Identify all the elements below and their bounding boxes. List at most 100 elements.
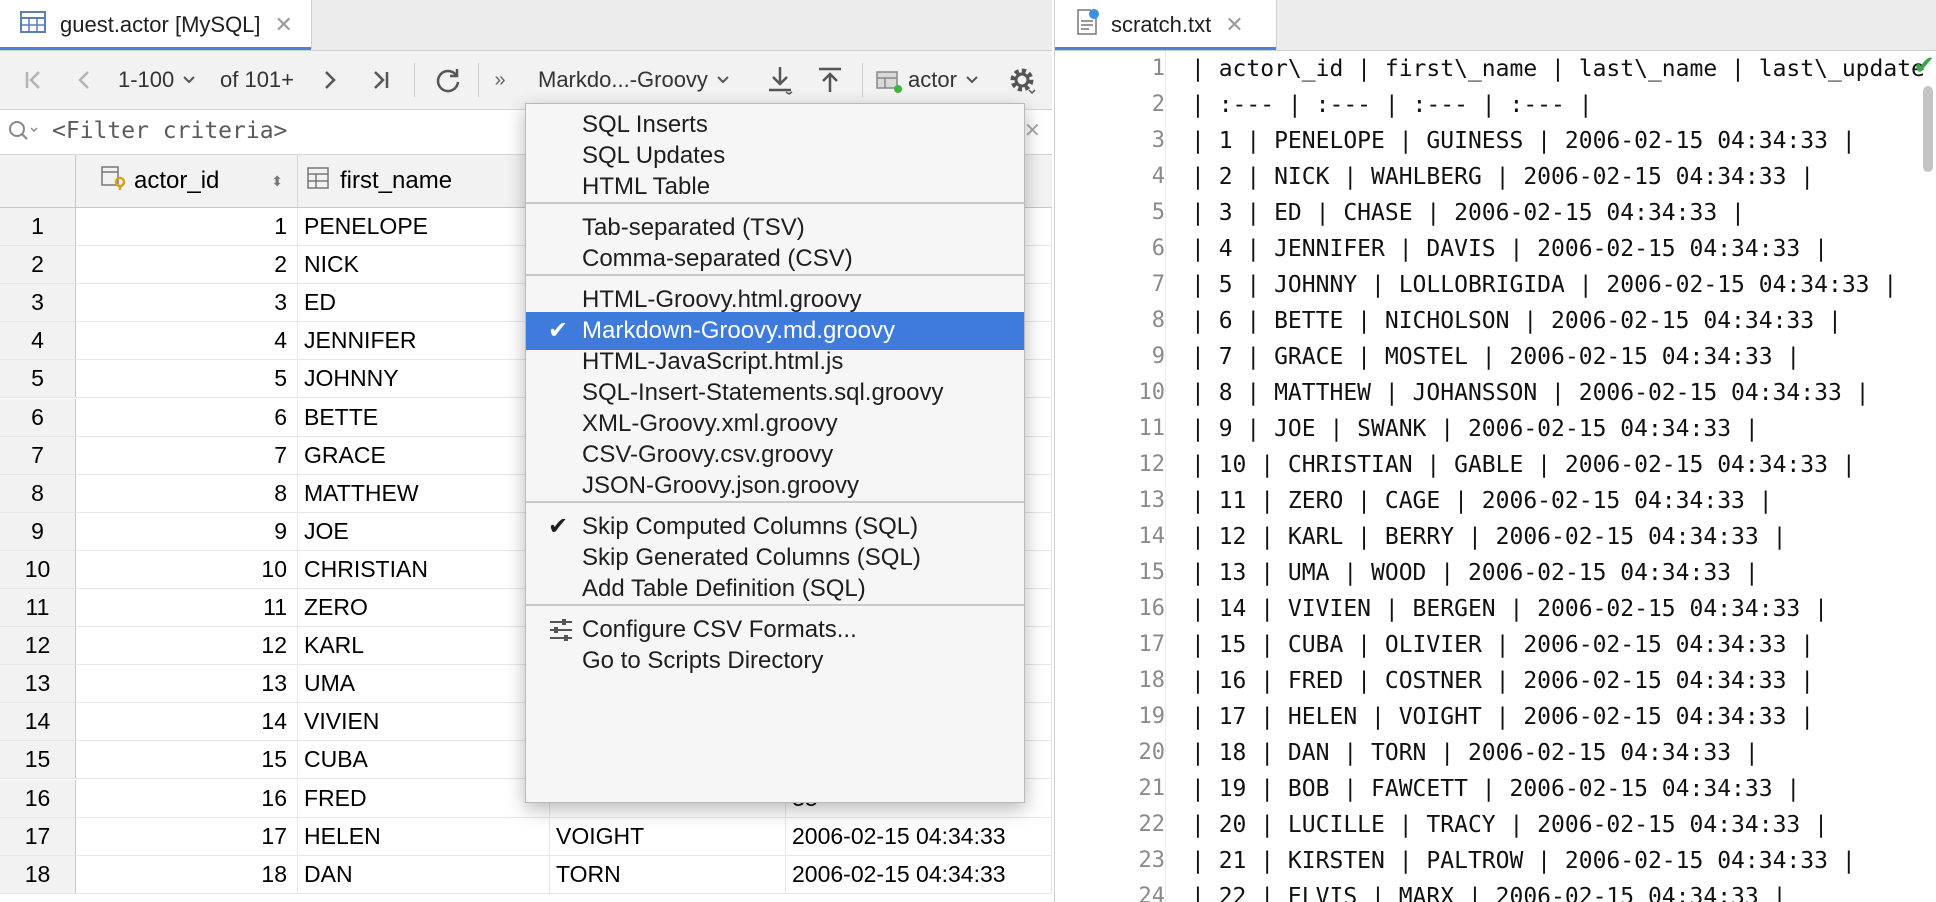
code-line[interactable]: | 13 | UMA | WOOD | 2006-02-15 04:34:33 … — [1191, 560, 1759, 586]
cell-actor-id[interactable]: 10 — [76, 551, 298, 588]
cell-actor-id[interactable]: 13 — [76, 665, 298, 702]
cell-last-name[interactable]: TORN — [550, 856, 786, 893]
gear-icon[interactable] — [1002, 51, 1042, 109]
code-line[interactable]: | 3 | ED | CHASE | 2006-02-15 04:34:33 | — [1191, 200, 1745, 226]
code-line[interactable]: | actor\_id | first\_name | last\_name |… — [1191, 56, 1936, 82]
code-line[interactable]: | 15 | CUBA | OLIVIER | 2006-02-15 04:34… — [1191, 632, 1814, 658]
cell-actor-id[interactable]: 7 — [76, 437, 298, 474]
table-select[interactable]: actor — [874, 51, 984, 109]
cell-first-name[interactable]: CUBA — [298, 741, 550, 778]
code-line[interactable]: | 7 | GRACE | MOSTEL | 2006-02-15 04:34:… — [1191, 344, 1800, 370]
cell-first-name[interactable]: MATTHEW — [298, 475, 550, 512]
cell-actor-id[interactable]: 5 — [76, 360, 298, 397]
column-header-first-name[interactable]: first_name — [298, 155, 530, 207]
first-page-icon[interactable] — [16, 51, 52, 109]
menu-item[interactable]: Comma-separated (CSV) — [526, 240, 1024, 278]
cell-actor-id[interactable]: 17 — [76, 818, 298, 855]
code-line[interactable]: | 17 | HELEN | VOIGHT | 2006-02-15 04:34… — [1191, 704, 1814, 730]
table-row[interactable]: 18 18 DAN TORN 2006-02-15 04:34:33 — [0, 856, 1052, 894]
cell-first-name[interactable]: UMA — [298, 665, 550, 702]
refresh-icon[interactable] — [428, 51, 468, 109]
cell-first-name[interactable]: VIVIEN — [298, 703, 550, 740]
row-number: 8 — [0, 475, 76, 512]
code-line[interactable]: | 14 | VIVIEN | BERGEN | 2006-02-15 04:3… — [1191, 596, 1828, 622]
menu-item[interactable]: HTML Table — [526, 168, 1024, 206]
code-line[interactable]: | 9 | JOE | SWANK | 2006-02-15 04:34:33 … — [1191, 416, 1759, 442]
cell-actor-id[interactable]: 2 — [76, 246, 298, 283]
column-icon — [306, 166, 332, 197]
code-line[interactable]: | 8 | MATTHEW | JOHANSSON | 2006-02-15 0… — [1191, 380, 1870, 406]
code-line[interactable]: | 4 | JENNIFER | DAVIS | 2006-02-15 04:3… — [1191, 236, 1828, 262]
page-range-select[interactable]: 1-100 — [118, 51, 208, 109]
cell-actor-id[interactable]: 15 — [76, 741, 298, 778]
code-line[interactable]: | 21 | KIRSTEN | PALTROW | 2006-02-15 04… — [1191, 848, 1856, 874]
code-line[interactable]: | 16 | FRED | COSTNER | 2006-02-15 04:34… — [1191, 668, 1814, 694]
search-icon[interactable] — [8, 120, 40, 147]
cell-first-name[interactable]: JOHNNY — [298, 360, 550, 397]
close-icon[interactable]: ✕ — [1225, 12, 1243, 38]
upload-icon[interactable] — [812, 51, 848, 109]
code-line[interactable]: | 12 | KARL | BERRY | 2006-02-15 04:34:3… — [1191, 524, 1786, 550]
code-line[interactable]: | 6 | BETTE | NICHOLSON | 2006-02-15 04:… — [1191, 308, 1842, 334]
cell-last-update[interactable]: 2006-02-15 04:34:33 — [786, 856, 1052, 893]
cell-actor-id[interactable]: 3 — [76, 284, 298, 321]
filter-input[interactable]: <Filter criteria> — [52, 118, 287, 144]
cell-actor-id[interactable]: 8 — [76, 475, 298, 512]
cell-actor-id[interactable]: 12 — [76, 627, 298, 664]
menu-item[interactable]: Add Table Definition (SQL) — [526, 570, 1024, 608]
cell-first-name[interactable]: DAN — [298, 856, 550, 893]
cell-actor-id[interactable]: 9 — [76, 513, 298, 550]
code-line[interactable]: | 5 | JOHNNY | LOLLOBRIGIDA | 2006-02-15… — [1191, 272, 1897, 298]
cell-last-update[interactable]: 2006-02-15 04:34:33 — [786, 818, 1052, 855]
cell-actor-id[interactable]: 1 — [76, 208, 298, 245]
extractor-label: Markdo...-Groovy — [538, 67, 708, 92]
extractor-select[interactable]: Markdo...-Groovy — [538, 51, 748, 109]
clear-filter-icon[interactable]: ✕ — [1024, 118, 1041, 143]
code-line[interactable]: | 19 | BOB | FAWCETT | 2006-02-15 04:34:… — [1191, 776, 1800, 802]
code-line[interactable]: | 11 | ZERO | CAGE | 2006-02-15 04:34:33… — [1191, 488, 1773, 514]
cell-actor-id[interactable]: 11 — [76, 589, 298, 626]
cell-actor-id[interactable]: 6 — [76, 399, 298, 436]
cell-first-name[interactable]: HELEN — [298, 818, 550, 855]
last-page-icon[interactable] — [362, 51, 398, 109]
close-icon[interactable]: ✕ — [275, 12, 293, 38]
page-range: 1-100 — [118, 67, 175, 92]
column-header-actor-id[interactable]: actor_id ⬍ — [76, 155, 298, 207]
code-line[interactable]: | 2 | NICK | WAHLBERG | 2006-02-15 04:34… — [1191, 164, 1814, 190]
more-actions[interactable]: » — [488, 51, 512, 109]
tab-scratch-txt[interactable]: scratch.txt ✕ — [1055, 0, 1277, 50]
prev-page-icon[interactable] — [66, 51, 102, 109]
cell-actor-id[interactable]: 4 — [76, 322, 298, 359]
cell-first-name[interactable]: BETTE — [298, 399, 550, 436]
cell-first-name[interactable]: ZERO — [298, 589, 550, 626]
cell-actor-id[interactable]: 18 — [76, 856, 298, 893]
page-total[interactable]: of 101+ — [220, 51, 302, 109]
cell-first-name[interactable]: JOE — [298, 513, 550, 550]
cell-first-name[interactable]: PENELOPE — [298, 208, 550, 245]
next-page-icon[interactable] — [312, 51, 348, 109]
code-line[interactable]: | 20 | LUCILLE | TRACY | 2006-02-15 04:3… — [1191, 812, 1828, 838]
row-number: 5 — [0, 360, 76, 397]
menu-item[interactable]: Go to Scripts Directory — [526, 642, 1024, 680]
download-icon[interactable] — [762, 51, 798, 109]
cell-first-name[interactable]: NICK — [298, 246, 550, 283]
cell-last-name[interactable]: VOIGHT — [550, 818, 786, 855]
cell-first-name[interactable]: GRACE — [298, 437, 550, 474]
code-line[interactable]: | 18 | DAN | TORN | 2006-02-15 04:34:33 … — [1191, 740, 1759, 766]
cell-first-name[interactable]: FRED — [298, 780, 550, 817]
code-line[interactable]: | 1 | PENELOPE | GUINESS | 2006-02-15 04… — [1191, 128, 1856, 154]
sort-icon[interactable]: ⬍ — [271, 173, 283, 190]
table-row[interactable]: 17 17 HELEN VOIGHT 2006-02-15 04:34:33 — [0, 818, 1052, 856]
cell-actor-id[interactable]: 14 — [76, 703, 298, 740]
tab-guest-actor[interactable]: guest.actor [MySQL] ✕ — [0, 0, 312, 50]
code-line[interactable]: | :--- | :--- | :--- | :--- | — [1191, 92, 1593, 118]
cell-actor-id[interactable]: 16 — [76, 780, 298, 817]
code-line[interactable]: | 10 | CHRISTIAN | GABLE | 2006-02-15 04… — [1191, 452, 1856, 478]
cell-first-name[interactable]: ED — [298, 284, 550, 321]
cell-first-name[interactable]: KARL — [298, 627, 550, 664]
cell-first-name[interactable]: CHRISTIAN — [298, 551, 550, 588]
editor-scrollbar[interactable] — [1923, 86, 1933, 172]
cell-first-name[interactable]: JENNIFER — [298, 322, 550, 359]
code-line[interactable]: | 22 | ELVIS | MARX | 2006-02-15 04:34:3… — [1191, 884, 1786, 902]
menu-item[interactable]: JSON-Groovy.json.groovy — [526, 467, 1024, 505]
